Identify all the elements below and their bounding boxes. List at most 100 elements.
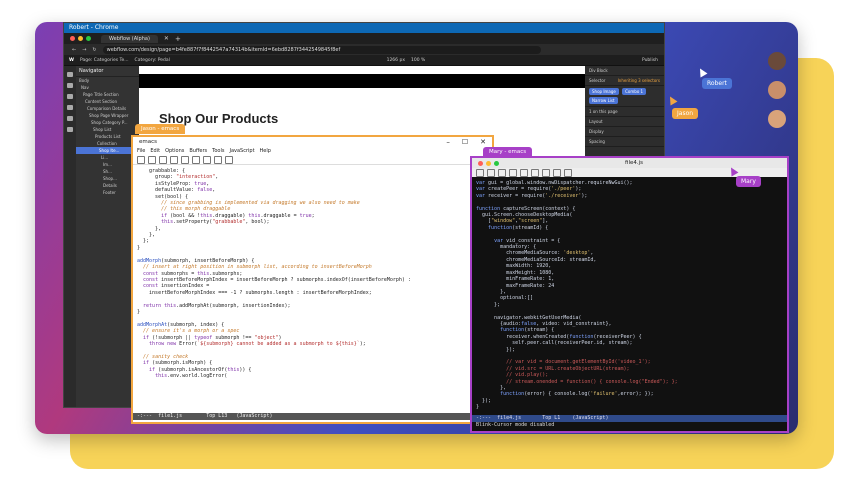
navigator-item[interactable]: Nav [76, 84, 139, 91]
navigator-item[interactable]: Products List [76, 133, 139, 140]
selector-row: Selector Inheriting 3 selectors [585, 76, 664, 86]
robert-label: Robert [702, 78, 732, 89]
emacs-title-bar: emacs – ☐ ✕ [133, 137, 492, 147]
search-icon[interactable] [225, 155, 233, 164]
back-icon[interactable]: ← [72, 47, 76, 53]
cut-icon[interactable] [520, 168, 528, 177]
navigator-item[interactable]: Content Section [76, 98, 139, 105]
undo-icon[interactable] [553, 168, 561, 177]
navigator-item[interactable]: Collection [76, 140, 139, 147]
close-icon[interactable] [170, 155, 178, 164]
emacs-modeline-left: -:--- file1.js Top L13 (JavaScript) [133, 413, 492, 420]
selector-chips: Shop Image Combo 1 Narrow List [585, 86, 664, 107]
close-icon[interactable] [509, 168, 517, 177]
avatar[interactable] [768, 81, 786, 99]
navigator-item[interactable]: Im... [76, 161, 139, 168]
copy-icon[interactable] [192, 155, 200, 164]
search-icon[interactable] [564, 168, 572, 177]
avatar[interactable] [768, 52, 786, 70]
new-file-icon[interactable] [137, 155, 145, 164]
emacs-echo-area: Blink-Cursor mode disabled [476, 422, 555, 428]
emacs-title-bar: file4.js [472, 158, 787, 168]
close-icon[interactable] [478, 160, 483, 166]
menu-options[interactable]: Options [165, 148, 184, 154]
navigator-item[interactable]: Sh... [76, 168, 139, 175]
pages-icon[interactable] [67, 94, 73, 99]
navigator-icon[interactable] [67, 83, 73, 88]
maximize-icon[interactable] [86, 36, 91, 41]
navigator-item[interactable]: Body [76, 77, 139, 84]
minimize-icon[interactable] [78, 36, 83, 41]
spacing-section[interactable]: Spacing [585, 137, 664, 147]
browser-tab[interactable]: Webflow (Alpha) [101, 34, 158, 43]
menu-tools[interactable]: Tools [212, 148, 224, 154]
webflow-logo-icon[interactable]: W [69, 58, 74, 63]
category-selector[interactable]: Category: Pedal [135, 58, 170, 63]
settings-icon[interactable] [67, 127, 73, 132]
reload-icon[interactable]: ↻ [92, 47, 96, 53]
maximize-icon[interactable]: ☐ [462, 138, 468, 146]
zoom-level: 100 % [410, 57, 426, 63]
navigator-item[interactable]: Shop Page Wrapper [76, 112, 139, 119]
undo-icon[interactable] [214, 155, 222, 164]
element-name: Div Block [585, 66, 664, 76]
navigator-item[interactable]: Footer [76, 189, 139, 196]
new-file-icon[interactable] [476, 168, 484, 177]
paste-icon[interactable] [203, 155, 211, 164]
navigator-item[interactable]: Details [76, 182, 139, 189]
menu-file[interactable]: File [137, 148, 145, 154]
emacs-menu-bar: File Edit Options Buffers Tools JavaScri… [133, 147, 492, 155]
forward-icon[interactable]: → [82, 47, 86, 53]
navigator-item[interactable]: Li... [76, 154, 139, 161]
layout-section[interactable]: Layout [585, 117, 664, 127]
open-icon[interactable] [148, 155, 156, 164]
webflow-toolbar: W Page: Categories Te... Category: Pedal… [64, 55, 664, 66]
menu-edit[interactable]: Edit [150, 148, 160, 154]
selector-chip[interactable]: Combo 1 [622, 88, 647, 95]
close-icon[interactable] [70, 36, 75, 41]
publish-button[interactable]: Publish [642, 58, 664, 63]
selector-chip[interactable]: Narrow List [589, 97, 618, 104]
navigator-item[interactable]: Shop List [76, 126, 139, 133]
menu-buffers[interactable]: Buffers [189, 148, 207, 154]
navigator-list: Body Nav Page Title Section Content Section… [76, 77, 139, 196]
emacs-title: emacs [139, 139, 158, 145]
new-tab-icon[interactable]: + [175, 35, 181, 43]
emacs-toolbar [133, 155, 492, 165]
save-icon[interactable] [498, 168, 506, 177]
navigator-item[interactable]: Page Title Section [76, 91, 139, 98]
navigator-item[interactable]: Shop Ite... [76, 147, 139, 154]
cut-icon[interactable] [181, 155, 189, 164]
display-label: Display [589, 129, 604, 134]
paste-icon[interactable] [542, 168, 550, 177]
menu-javascript[interactable]: JavaScript [229, 148, 254, 154]
navigator-panel: Navigator Body Nav Page Title Section Conte… [76, 66, 139, 407]
on-this-page: 1 on this page [585, 107, 664, 117]
cms-icon[interactable] [67, 105, 73, 110]
menu-help[interactable]: Help [260, 148, 271, 154]
navigator-item[interactable]: Shop Category P... [76, 119, 139, 126]
assets-icon[interactable] [67, 116, 73, 121]
code-editor-right[interactable]: var gui = global.window.nwDispatcher.req… [472, 177, 787, 409]
page-selector[interactable]: Page: Categories Te... [80, 58, 129, 63]
save-icon[interactable] [159, 155, 167, 164]
minimize-icon[interactable] [486, 160, 491, 166]
close-icon[interactable]: ✕ [480, 138, 486, 146]
add-icon[interactable] [67, 72, 73, 77]
display-row: Display [585, 127, 664, 137]
jason-label: Jason [672, 108, 699, 119]
copy-icon[interactable] [531, 168, 539, 177]
maximize-icon[interactable] [494, 160, 499, 166]
minimize-icon[interactable]: – [446, 138, 450, 146]
chrome-window-title: Robert - Chrome [64, 23, 664, 33]
code-editor-left[interactable]: grabbable: { group: "interaction", isSty… [133, 165, 492, 409]
participant-avatars [768, 52, 790, 139]
address-bar[interactable]: webflow.com/design/page=b4fe887f7f844254… [102, 45, 541, 54]
close-tab-icon[interactable]: ✕ [164, 35, 169, 42]
navigator-item[interactable]: Comparison Details [76, 105, 139, 112]
navigator-item[interactable]: Shop... [76, 175, 139, 182]
avatar[interactable] [768, 110, 786, 128]
open-icon[interactable] [487, 168, 495, 177]
selector-chip[interactable]: Shop Image [589, 88, 619, 95]
emacs-modeline-right: -:--- file4.js Top L1 (JavaScript) [472, 415, 787, 422]
